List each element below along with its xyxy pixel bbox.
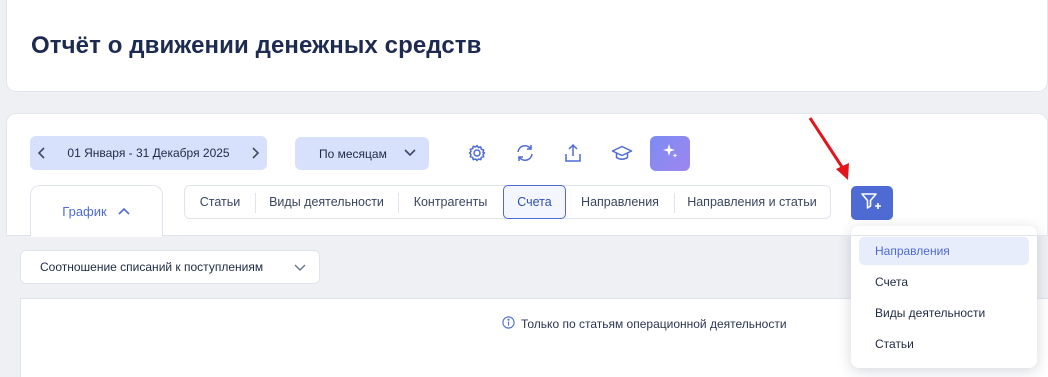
tab-chart-label: График bbox=[62, 203, 107, 219]
filter-option-directions[interactable]: Направления bbox=[859, 237, 1029, 265]
add-filter-button[interactable] bbox=[851, 186, 893, 220]
grouping-segmented-control: Статьи Виды деятельности Контрагенты Сче… bbox=[184, 185, 831, 219]
period-select[interactable]: По месяцам bbox=[295, 137, 429, 170]
date-range-picker[interactable]: 01 Января - 31 Декабря 2025 bbox=[30, 136, 267, 170]
filter-option-activity-types[interactable]: Виды деятельности bbox=[859, 299, 1029, 327]
info-icon bbox=[502, 316, 515, 332]
chevron-up-icon bbox=[117, 204, 131, 219]
chevron-down-icon bbox=[403, 146, 417, 163]
chart-type-select[interactable]: Соотношение списаний к поступлениям bbox=[20, 250, 320, 284]
settings-icon[interactable] bbox=[465, 141, 489, 165]
sparkle-icon bbox=[661, 142, 679, 165]
ai-assistant-button[interactable] bbox=[650, 136, 690, 171]
graduation-cap-icon[interactable] bbox=[610, 141, 634, 165]
segment-label: Виды деятельности bbox=[269, 195, 384, 209]
header-card: Отчёт о движении денежных средств bbox=[6, 0, 1048, 92]
segment-label: Направления bbox=[581, 195, 659, 209]
chart-info-text: Только по статьям операционной деятельно… bbox=[521, 317, 787, 331]
segment-label: Направления и статьи bbox=[687, 195, 817, 209]
tab-chart[interactable]: График bbox=[30, 185, 163, 236]
period-select-value: По месяцам bbox=[319, 146, 387, 161]
segment-accounts[interactable]: Счета bbox=[503, 185, 566, 219]
segment-directions[interactable]: Направления bbox=[566, 186, 674, 218]
chart-info-note: Только по статьям операционной деятельно… bbox=[502, 316, 787, 332]
segment-articles[interactable]: Статьи bbox=[185, 186, 255, 218]
chart-type-select-value: Соотношение списаний к поступлениям bbox=[40, 260, 264, 274]
chevron-down-icon bbox=[293, 261, 307, 278]
chevron-right-icon[interactable] bbox=[243, 136, 267, 170]
segment-activity-types[interactable]: Виды деятельности bbox=[255, 186, 398, 218]
filter-dropdown-menu: Направления Счета Виды деятельности Стат… bbox=[851, 226, 1037, 368]
refresh-icon[interactable] bbox=[513, 141, 537, 165]
filter-option-articles[interactable]: Статьи bbox=[859, 330, 1029, 358]
filter-option-accounts[interactable]: Счета bbox=[859, 268, 1029, 296]
segment-label: Счета bbox=[517, 195, 552, 209]
tab-baseline-gap bbox=[31, 235, 162, 237]
segment-label: Статьи bbox=[199, 195, 241, 209]
segment-label: Контрагенты bbox=[413, 195, 488, 209]
filter-plus-icon bbox=[860, 191, 884, 216]
segment-directions-and-articles[interactable]: Направления и статьи bbox=[674, 186, 830, 218]
segment-counterparties[interactable]: Контрагенты bbox=[398, 186, 503, 218]
upload-icon[interactable] bbox=[561, 141, 585, 165]
page-title: Отчёт о движении денежных средств bbox=[31, 32, 482, 59]
chevron-left-icon[interactable] bbox=[30, 136, 54, 170]
annotation-arrow-icon bbox=[808, 117, 849, 180]
date-range-label: 01 Января - 31 Декабря 2025 bbox=[67, 146, 230, 160]
